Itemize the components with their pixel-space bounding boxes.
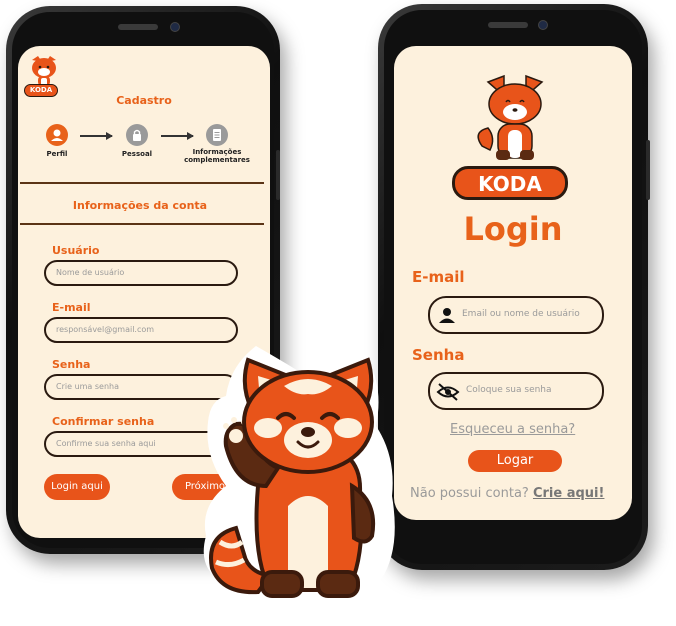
red-panda-logo	[477, 74, 544, 160]
step-profile-circle[interactable]	[46, 124, 68, 146]
step-personal-circle[interactable]	[126, 124, 148, 146]
login-email-label: E-mail	[412, 268, 465, 286]
lock-icon	[133, 129, 141, 141]
section-title: Informações da conta	[72, 199, 208, 212]
left-phone-speaker	[118, 24, 158, 30]
document-icon	[213, 129, 221, 141]
create-account-link[interactable]: Crie aqui!	[533, 486, 604, 501]
right-phone-side-button	[646, 140, 650, 200]
section-rule-top	[20, 182, 264, 184]
eye-off-icon[interactable]	[436, 382, 460, 402]
login-email-placeholder: Email ou nome de usuário	[462, 309, 580, 319]
no-account-text: Não possui conta?	[410, 486, 529, 501]
right-phone-camera	[538, 20, 548, 30]
step-personal-label: Pessoal	[121, 150, 153, 158]
step-profile-label: Perfil	[46, 150, 68, 158]
left-phone-side-button	[276, 150, 280, 200]
user-icon	[439, 308, 455, 323]
user-icon	[51, 129, 63, 141]
username-label: Usuário	[52, 244, 100, 257]
login-title: Login	[463, 210, 563, 248]
login-email-input[interactable]: Email ou nome de usuário	[428, 296, 604, 334]
section-rule-bottom	[20, 223, 264, 225]
brand-badge: KODA	[452, 166, 568, 200]
step-arrow-1	[80, 132, 113, 139]
login-password-placeholder: Coloque sua senha	[466, 385, 552, 395]
step-extra-circle[interactable]	[206, 124, 228, 146]
red-panda-mascot	[203, 344, 395, 599]
right-phone-speaker	[488, 22, 528, 28]
confirm-password-label: Confirmar senha	[52, 415, 155, 428]
login-screen: KODA Login E-mail Email ou nome de usuár…	[394, 46, 632, 520]
email-label: E-mail	[52, 301, 91, 314]
login-password-input[interactable]: Coloque sua senha	[428, 372, 604, 410]
step-extra-label: Informações complementares	[184, 148, 250, 164]
step-arrow-2	[161, 132, 194, 139]
login-here-button[interactable]: Login aqui	[44, 474, 110, 500]
password-label: Senha	[52, 358, 91, 371]
signup-prompt: Não possui conta? Crie aqui!	[410, 486, 604, 501]
logar-button[interactable]: Logar	[468, 450, 562, 472]
forgot-password-link[interactable]: Esqueceu a senha?	[450, 422, 575, 437]
left-phone-camera	[170, 22, 180, 32]
username-input[interactable]: Nome de usuário	[44, 260, 238, 286]
signup-title: Cadastro	[116, 94, 172, 107]
